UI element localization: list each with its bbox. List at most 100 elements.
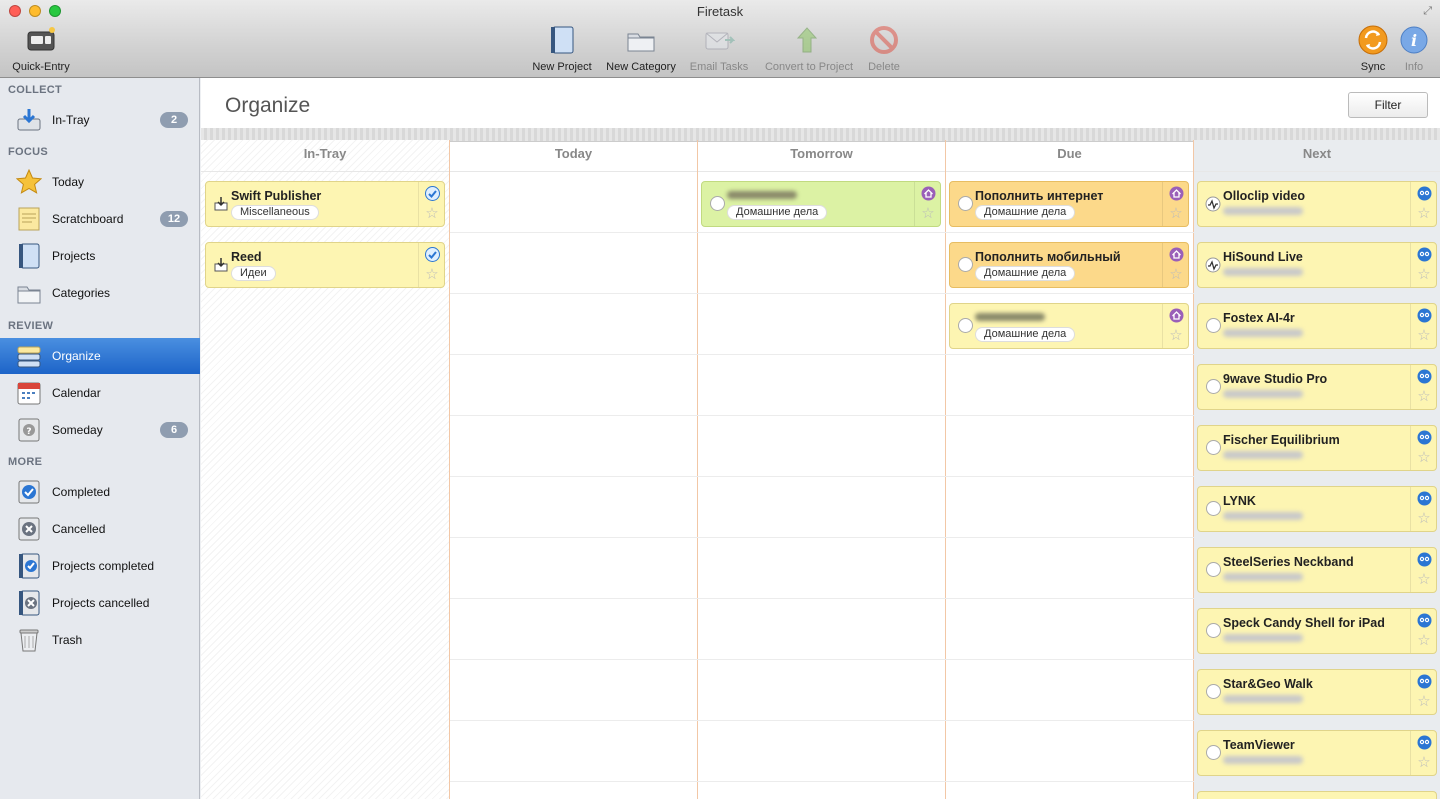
sidebar-item-completed[interactable]: Completed [0,474,200,510]
email-tasks-label: Email Tasks [689,61,749,73]
sidebar-item-categories[interactable]: Categories [0,275,200,311]
task-checkbox[interactable] [1206,379,1221,394]
delete-button[interactable]: Delete [862,24,906,73]
star-icon[interactable]: ☆ [1416,450,1432,466]
star-icon[interactable]: ☆ [1416,572,1432,588]
star-icon[interactable]: ☆ [1168,328,1184,344]
next-action-icon [1417,491,1432,506]
info-button[interactable]: i Info [1396,24,1432,73]
new-category-button[interactable]: New Category [602,24,680,73]
task-checkbox[interactable] [710,196,725,211]
row-divider [450,598,698,599]
task-card[interactable]: Swift Publisher Miscellaneous ☆ [205,181,445,227]
row-divider [450,354,698,355]
star-icon[interactable]: ☆ [1416,206,1432,222]
sidebar-item-projects-completed[interactable]: Projects completed [0,548,200,584]
task-checkbox[interactable] [958,318,973,333]
in-progress-icon[interactable] [1205,196,1221,212]
sidebar-item-organize[interactable]: Organize [0,338,200,374]
task-checkbox[interactable] [1206,745,1221,760]
sidebar-item-trash[interactable]: Trash [0,622,200,658]
sync-button[interactable]: Sync [1354,24,1392,73]
star-icon[interactable]: ☆ [424,206,440,222]
task-card[interactable]: Reed Идеи ☆ [205,242,445,288]
sidebar-item-scratchboard[interactable]: Scratchboard 12 [0,201,200,237]
task-checkbox[interactable] [1206,684,1221,699]
task-card[interactable]: 9wave Studio Pro ☆ [1197,364,1437,410]
task-card[interactable]: Fischer Equilibrium ☆ [1197,425,1437,471]
task-card[interactable]: Star&Geo Walk ☆ [1197,669,1437,715]
star-icon[interactable]: ☆ [1416,511,1432,527]
task-category-tag[interactable]: Miscellaneous [231,205,319,220]
sidebar-item-label: Organize [52,349,101,363]
column-in-tray: In-Tray Swift Publisher Miscellaneous ☆ … [201,140,450,799]
row-divider [698,476,946,477]
checkmark-icon[interactable] [425,247,440,262]
in-progress-icon[interactable] [1205,257,1221,273]
star-icon[interactable]: ☆ [920,206,936,222]
task-card[interactable]: Fostex AI-4r ☆ [1197,303,1437,349]
task-card-partial[interactable] [1197,791,1437,799]
task-card[interactable]: TeamViewer ☆ [1197,730,1437,776]
star-icon[interactable]: ☆ [1416,267,1432,283]
task-card[interactable]: HiSound Live ☆ [1197,242,1437,288]
task-checkbox[interactable] [1206,562,1221,577]
task-checkbox[interactable] [1206,501,1221,516]
delete-label: Delete [868,61,900,73]
svg-text:?: ? [26,427,31,437]
task-category-tag[interactable]: Домашние дела [975,266,1076,281]
new-project-label: New Project [532,61,592,73]
task-category-tag[interactable]: Домашние дела [975,205,1076,220]
new-project-button[interactable]: New Project [528,24,596,73]
quick-entry-button[interactable]: Quick-Entry [6,24,76,73]
task-card[interactable]: Пополнить интернет Домашние дела ☆ [949,181,1189,227]
next-action-icon [1417,613,1432,628]
sync-label: Sync [1360,61,1386,73]
convert-to-project-button[interactable]: Convert to Project [758,24,860,73]
task-checkbox[interactable] [958,196,973,211]
filter-button[interactable]: Filter [1348,92,1428,118]
star-icon[interactable]: ☆ [1168,267,1184,283]
info-label: Info [1404,61,1424,73]
star-icon[interactable]: ☆ [1168,206,1184,222]
task-card[interactable]: Olloclip video ☆ [1197,181,1437,227]
task-checkbox[interactable] [958,257,973,272]
sidebar-item-today[interactable]: Today [0,164,200,200]
star-icon[interactable]: ☆ [1416,633,1432,649]
row-divider [946,476,1194,477]
projects-completed-icon [19,553,40,579]
fullscreen-icon[interactable]: ⤢ [1423,5,1432,18]
task-card[interactable]: SteelSeries Neckband ☆ [1197,547,1437,593]
count-badge: 2 [160,112,188,128]
row-divider [946,354,1194,355]
task-checkbox[interactable] [1206,623,1221,638]
star-icon[interactable]: ☆ [1416,755,1432,771]
star-icon[interactable]: ☆ [424,267,440,283]
sidebar-item-projects[interactable]: Projects [0,238,200,274]
task-name: Star&Geo Walk [1223,677,1313,691]
sidebar-item-in-tray[interactable]: In-Tray 2 [0,102,200,138]
email-tasks-button[interactable]: Email Tasks [686,24,752,73]
task-card[interactable]: LYNK ☆ [1197,486,1437,532]
sidebar-item-calendar[interactable]: Calendar [0,375,200,411]
next-action-icon [1417,735,1432,750]
task-category-tag[interactable]: Домашние дела [727,205,828,220]
sidebar-item-projects-cancelled[interactable]: Projects cancelled [0,585,200,621]
task-card[interactable]: Пополнить мобильный Домашние дела ☆ [949,242,1189,288]
task-checkbox[interactable] [1206,440,1221,455]
sidebar-item-someday[interactable]: ? Someday 6 [0,412,200,448]
organize-view: Organize Filter In-Tray Swift Publisher … [201,78,1440,799]
task-category-tag[interactable]: Идеи [231,266,276,281]
star-icon[interactable]: ☆ [1416,389,1432,405]
task-checkbox[interactable] [1206,318,1221,333]
column-tomorrow: Tomorrow Домашние дела ☆ [698,140,946,799]
checkmark-icon[interactable] [425,186,440,201]
task-card[interactable]: Домашние дела ☆ [701,181,941,227]
sidebar-item-cancelled[interactable]: Cancelled [0,511,200,547]
column-header-in-tray: In-Tray [201,140,449,172]
task-card[interactable]: Speck Candy Shell for iPad ☆ [1197,608,1437,654]
star-icon[interactable]: ☆ [1416,694,1432,710]
star-icon[interactable]: ☆ [1416,328,1432,344]
task-card[interactable]: Домашние дела ☆ [949,303,1189,349]
task-category-tag[interactable]: Домашние дела [975,327,1076,342]
